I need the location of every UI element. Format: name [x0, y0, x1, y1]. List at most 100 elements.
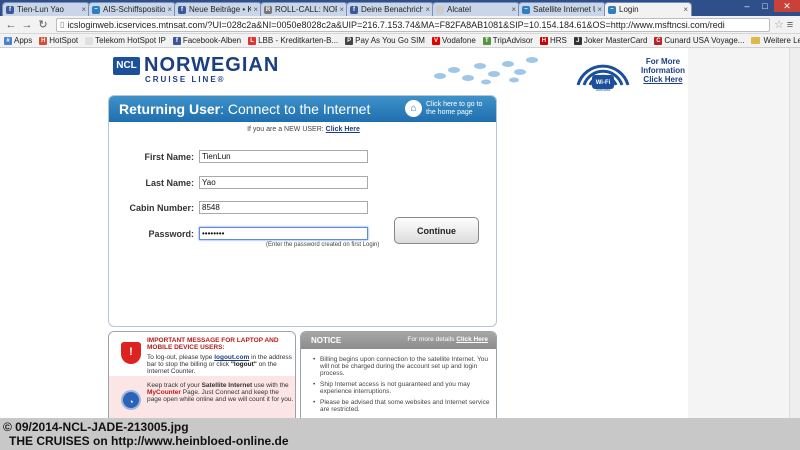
fish-decoration-icon [434, 57, 538, 85]
notice-more: For more details Click Here [407, 336, 488, 343]
bookmark-item[interactable]: C Cunard USA Voyage... [654, 36, 744, 45]
close-tab-icon[interactable]: × [597, 5, 602, 14]
logout-instructions: To log-out, please type logout.com in th… [147, 354, 295, 375]
bookmark-item[interactable]: J Joker MasterCard [573, 36, 647, 45]
bookmark-favicon-icon: V [431, 36, 440, 45]
close-tab-icon[interactable]: × [253, 5, 258, 14]
list-item: Ship Internet access is not guaranteed a… [313, 381, 493, 395]
notice-title: NOTICE [311, 336, 342, 345]
list-item: Please be advised that some websites and… [313, 399, 493, 413]
browser-tab[interactable]: fDeine Benachrichtigu× [346, 2, 434, 16]
tab-label: Login [619, 5, 639, 14]
browser-tab[interactable]: ~ Satellite Internet U × [518, 2, 606, 16]
close-tab-icon[interactable]: × [81, 5, 86, 14]
maximize-icon[interactable]: □ [756, 0, 774, 12]
menu-icon[interactable]: ≡ [784, 19, 796, 31]
caption-line2: THE CRUISES on http://www.heinbloed-onli… [9, 434, 289, 448]
close-tab-icon[interactable]: × [683, 5, 688, 14]
bookmark-item[interactable]: H HRS [539, 36, 567, 45]
favicon-icon: f [178, 5, 186, 14]
browser-tab[interactable]: ~AIS-Schiffspositionen× [88, 2, 176, 16]
bookmark-favicon-icon: # [4, 36, 12, 45]
favicon-icon: ~ [522, 5, 530, 14]
bookmark-item[interactable]: L LBB - Kreditkarten-B... [248, 36, 338, 45]
list-item: Billing begins upon connection to the sa… [313, 356, 493, 377]
bookmark-favicon-icon: J [573, 36, 582, 45]
close-tab-icon[interactable]: × [339, 5, 344, 14]
bookmark-item[interactable]: H HotSpot [39, 36, 78, 45]
bookmark-star-icon[interactable]: ☆ [774, 18, 784, 31]
track-bold: Satellite Internet [201, 382, 253, 389]
reload-icon[interactable]: ↻ [36, 18, 50, 32]
wifi-badge-label: Wi-Fi [596, 80, 611, 86]
track-text-a: Keep track of your [147, 382, 200, 389]
wifi-info-line2: Information [641, 66, 685, 75]
browser-tab[interactable]: Alcatel × [432, 2, 520, 16]
continue-button[interactable]: Continue [394, 217, 479, 244]
first-name-input[interactable] [199, 150, 368, 163]
home-link-label[interactable]: Click here to go to the home page [426, 101, 488, 117]
folder-icon [751, 37, 761, 44]
bookmark-item[interactable]: P Pay As You Go SIM [345, 36, 425, 45]
home-icon[interactable]: ⌂ [405, 100, 422, 117]
password-hint: (Enter the password created on first Log… [266, 242, 380, 248]
favicon-icon: f [6, 5, 14, 14]
forward-icon[interactable]: → [20, 18, 34, 32]
password-input[interactable] [199, 227, 368, 240]
cabin-number-label: Cabin Number: [129, 203, 194, 213]
browser-tab[interactable]: ~ Login × [604, 2, 692, 16]
cabin-number-row: Cabin Number: [109, 201, 496, 215]
track-text-b: use with the [253, 382, 289, 389]
bookmark-item[interactable]: f Facebook-Alben [172, 36, 242, 45]
address-bar[interactable]: ▯ icsloginweb.icservices.mtnsat.com/?UI=… [56, 17, 771, 32]
tab-label: Tien-Lun Yao [17, 5, 64, 14]
page-gutter [688, 48, 800, 418]
other-bookmarks[interactable]: Weitere Lesezeichen [751, 36, 800, 45]
bookmark-label: Facebook-Alben [182, 36, 242, 45]
minimize-icon[interactable]: – [738, 0, 756, 12]
notice-list: Billing begins upon connection to the sa… [313, 356, 493, 417]
tab-label: Alcatel [447, 5, 472, 14]
notice-more-link[interactable]: Click Here [456, 336, 488, 343]
browser-tab[interactable]: fNeue Beiträge • Kreuzf× [174, 2, 262, 16]
password-label: Password: [148, 229, 194, 239]
close-tab-icon[interactable]: × [511, 5, 516, 14]
close-window-icon[interactable]: ✕ [774, 0, 800, 12]
last-name-input[interactable] [199, 176, 368, 189]
bookmark-favicon-icon: T [482, 36, 491, 45]
caption-line1: © 09/2014-NCL-JADE-213005.jpg [3, 420, 189, 434]
bookmark-item[interactable]: V Vodafone [431, 36, 476, 45]
bookmark-item[interactable]: # Apps [4, 36, 32, 45]
logout-link[interactable]: logout.com [214, 354, 249, 361]
browser-tab[interactable]: f Tien-Lun Yao × [2, 2, 90, 16]
counter-gauge-icon: ◔ [121, 390, 141, 410]
photo-caption: © 09/2014-NCL-JADE-213005.jpg THE CRUISE… [0, 418, 800, 450]
favicon-icon: R [264, 5, 272, 14]
wifi-info-link[interactable]: Click Here [640, 75, 686, 84]
scrollbar[interactable] [789, 48, 800, 418]
favicon-icon: f [350, 5, 358, 14]
close-tab-icon[interactable]: × [167, 5, 172, 14]
other-bookmarks-label: Weitere Lesezeichen [763, 36, 800, 45]
cabin-number-input[interactable] [199, 201, 368, 214]
tab-label: Deine Benachrichtigu [361, 5, 424, 14]
brand-name: NORWEGIAN [144, 54, 280, 76]
bookmark-item[interactable]: T TripAdvisor [482, 36, 533, 45]
logout-quote: "logout" [230, 361, 257, 368]
tab-label: ROLL-CALL: NORW [275, 5, 337, 14]
mycounter-link[interactable]: MyCounter [147, 389, 181, 396]
notice-header: NOTICE For more details Click Here [301, 332, 496, 349]
bookmark-item[interactable]: Telekom HotSpot IP [85, 36, 166, 45]
important-message-box: ! IMPORTANT MESSAGE FOR LAPTOP AND MOBIL… [108, 331, 296, 428]
browser-tab[interactable]: RROLL-CALL: NORW× [260, 2, 348, 16]
last-name-label: Last Name: [145, 178, 194, 188]
counter-instructions: Keep track of your Satellite Internet us… [147, 382, 295, 403]
notice-more-prefix: For more details [407, 336, 455, 343]
bookmarks-bar: # Apps H HotSpot Telekom HotSpot IP f Facebook… [0, 34, 800, 48]
home-link[interactable]: ⌂ Click here to go to the home page [405, 100, 488, 117]
new-user-link[interactable]: Click Here [326, 126, 360, 133]
logout-section: ! IMPORTANT MESSAGE FOR LAPTOP AND MOBIL… [109, 332, 295, 376]
close-tab-icon[interactable]: × [425, 5, 430, 14]
back-icon[interactable]: ← [4, 18, 18, 32]
warning-shield-icon: ! [121, 342, 141, 364]
